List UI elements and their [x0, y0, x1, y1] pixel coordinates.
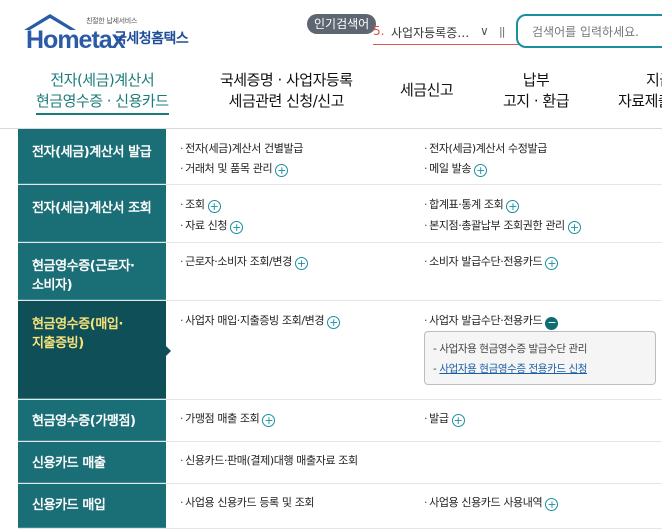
- menu-link[interactable]: · 사업자 매입·지출증빙 조회/변경 +: [180, 314, 341, 329]
- plus-icon[interactable]: +: [327, 316, 341, 329]
- menu-row-title[interactable]: 현금영수증(가맹점): [18, 400, 166, 441]
- menu-link[interactable]: · 사업자 발급수단·전용카드 −: [424, 314, 559, 330]
- global-nav: 전자(세금)계산서 현금영수증 · 신용카드 국세증명 · 사업자등록 세금관련…: [0, 64, 662, 122]
- plus-icon[interactable]: +: [567, 221, 581, 234]
- chevron-down-icon[interactable]: ∨: [480, 24, 489, 38]
- menu-link[interactable]: · 전자(세금)계산서 수정발급: [424, 142, 547, 156]
- menu-link[interactable]: · 전자(세금)계산서 건별발급: [180, 142, 303, 156]
- menu-link[interactable]: · 자료 신청 +: [180, 219, 244, 234]
- menu-row: 현금영수증(가맹점): [18, 400, 662, 442]
- active-row-arrow-icon: [166, 346, 171, 356]
- plus-icon[interactable]: +: [451, 414, 465, 427]
- popular-keyword[interactable]: 사업자등록증…: [391, 24, 469, 41]
- plus-icon[interactable]: +: [275, 164, 289, 177]
- menu-link[interactable]: · 근로자·소비자 조회/변경 +: [180, 255, 308, 270]
- gnb-certificate-registration[interactable]: 국세증명 · 사업자등록 세금관련 신청/신고: [220, 70, 353, 112]
- menu-row: 전자(세금)계산서 발급: [18, 129, 662, 185]
- submenu-item[interactable]: - 사업자용 현금영수증 전용카드 신청: [433, 361, 587, 376]
- gnb-line1: 세금신고: [400, 81, 454, 99]
- gnb-data-submission[interactable]: 지급 자료제출: [618, 70, 662, 112]
- menu-row: 현금영수증(근로자·소비자): [18, 243, 662, 301]
- logo-subtitle: 국세청홈택스: [114, 31, 189, 47]
- gnb-line2: 세금관련 신청/신고: [228, 92, 345, 110]
- popular-underline: [373, 44, 528, 45]
- menu-link[interactable]: · 신용카드·판매(결제)대행 매출자료 조회: [180, 454, 358, 468]
- plus-icon[interactable]: +: [506, 200, 520, 213]
- popular-search-label: 인기검색어: [307, 14, 377, 34]
- submenu-panel: - 사업자용 현금영수증 발급수단 관리 - 사업자용 현금영수증 전용카드 신…: [424, 331, 656, 385]
- gnb-line1: 납부: [522, 71, 550, 89]
- menu-row-title[interactable]: 전자(세금)계산서 조회: [18, 185, 166, 242]
- plus-icon[interactable]: +: [262, 414, 276, 427]
- menu-row-title[interactable]: 전자(세금)계산서 발급: [18, 129, 166, 184]
- menu-row-title[interactable]: 현금영수증(매입·지출증빙): [18, 301, 166, 399]
- header: 친절한 납세서비스 Hometax 국세청홈택스 인기검색어 5. 사업자등록증…: [0, 0, 662, 64]
- search-box[interactable]: [516, 14, 662, 48]
- menu-link[interactable]: · 조회 +: [180, 198, 221, 213]
- menu-link[interactable]: · 합계표·통계 조회 +: [424, 198, 520, 213]
- gnb-tax-filing[interactable]: 세금신고: [400, 80, 454, 101]
- menu-row-title[interactable]: 현금영수증(근로자·소비자): [18, 243, 166, 300]
- menu-link[interactable]: · 소비자 발급수단·전용카드 +: [424, 255, 559, 270]
- plus-icon[interactable]: +: [207, 200, 221, 213]
- gnb-line2: 자료제출: [618, 92, 662, 110]
- gnb-line1: 국세증명 · 사업자등록: [220, 71, 353, 89]
- menu-link[interactable]: · 가맹점 매출 조회 +: [180, 412, 276, 427]
- hometax-logo[interactable]: 친절한 납세서비스 Hometax 국세청홈택스: [22, 12, 197, 54]
- gnb-line2: 현금영수증 · 신용카드: [36, 91, 169, 115]
- menu-link[interactable]: · 사업용 신용카드 사용내역 +: [424, 496, 559, 511]
- popular-rank: 5.: [373, 24, 385, 38]
- plus-icon[interactable]: +: [474, 164, 488, 177]
- menu-row-title[interactable]: 신용카드 매입: [18, 484, 166, 528]
- gnb-line1: 전자(세금)계산서: [50, 71, 155, 89]
- minus-icon[interactable]: −: [545, 317, 559, 330]
- gnb-etax-cash-card[interactable]: 전자(세금)계산서 현금영수증 · 신용카드: [36, 70, 169, 115]
- logo-text: Hometax: [26, 26, 126, 54]
- gnb-line1: 지급: [646, 71, 662, 89]
- logo-tagline: 친절한 납세서비스: [86, 17, 138, 25]
- menu-link[interactable]: · 발급 +: [424, 412, 465, 427]
- menu-link[interactable]: · 본지점·총괄납부 조회권한 관리 +: [424, 219, 581, 234]
- search-input[interactable]: [532, 23, 662, 41]
- plus-icon[interactable]: +: [294, 257, 308, 270]
- gnb-payment[interactable]: 납부 고지 · 환급: [503, 70, 570, 112]
- gnb-line2: 고지 · 환급: [503, 92, 570, 110]
- menu-link[interactable]: · 거래처 및 품목 관리 +: [180, 162, 289, 177]
- menu-row: 신용카드 매입: [18, 484, 662, 529]
- plus-icon[interactable]: +: [545, 257, 559, 270]
- menu-row-title[interactable]: 신용카드 매출: [18, 442, 166, 483]
- plus-icon[interactable]: +: [230, 221, 244, 234]
- plus-icon[interactable]: +: [545, 498, 559, 511]
- menu-link[interactable]: · 사업용 신용카드 등록 및 조회: [180, 496, 315, 510]
- menu-link[interactable]: · 메일 발송 +: [424, 162, 488, 177]
- menu-row: 전자(세금)계산서 조회: [18, 185, 662, 243]
- submenu-item[interactable]: - 사업자용 현금영수증 발급수단 관리: [433, 341, 587, 356]
- pause-icon[interactable]: ||: [499, 25, 506, 38]
